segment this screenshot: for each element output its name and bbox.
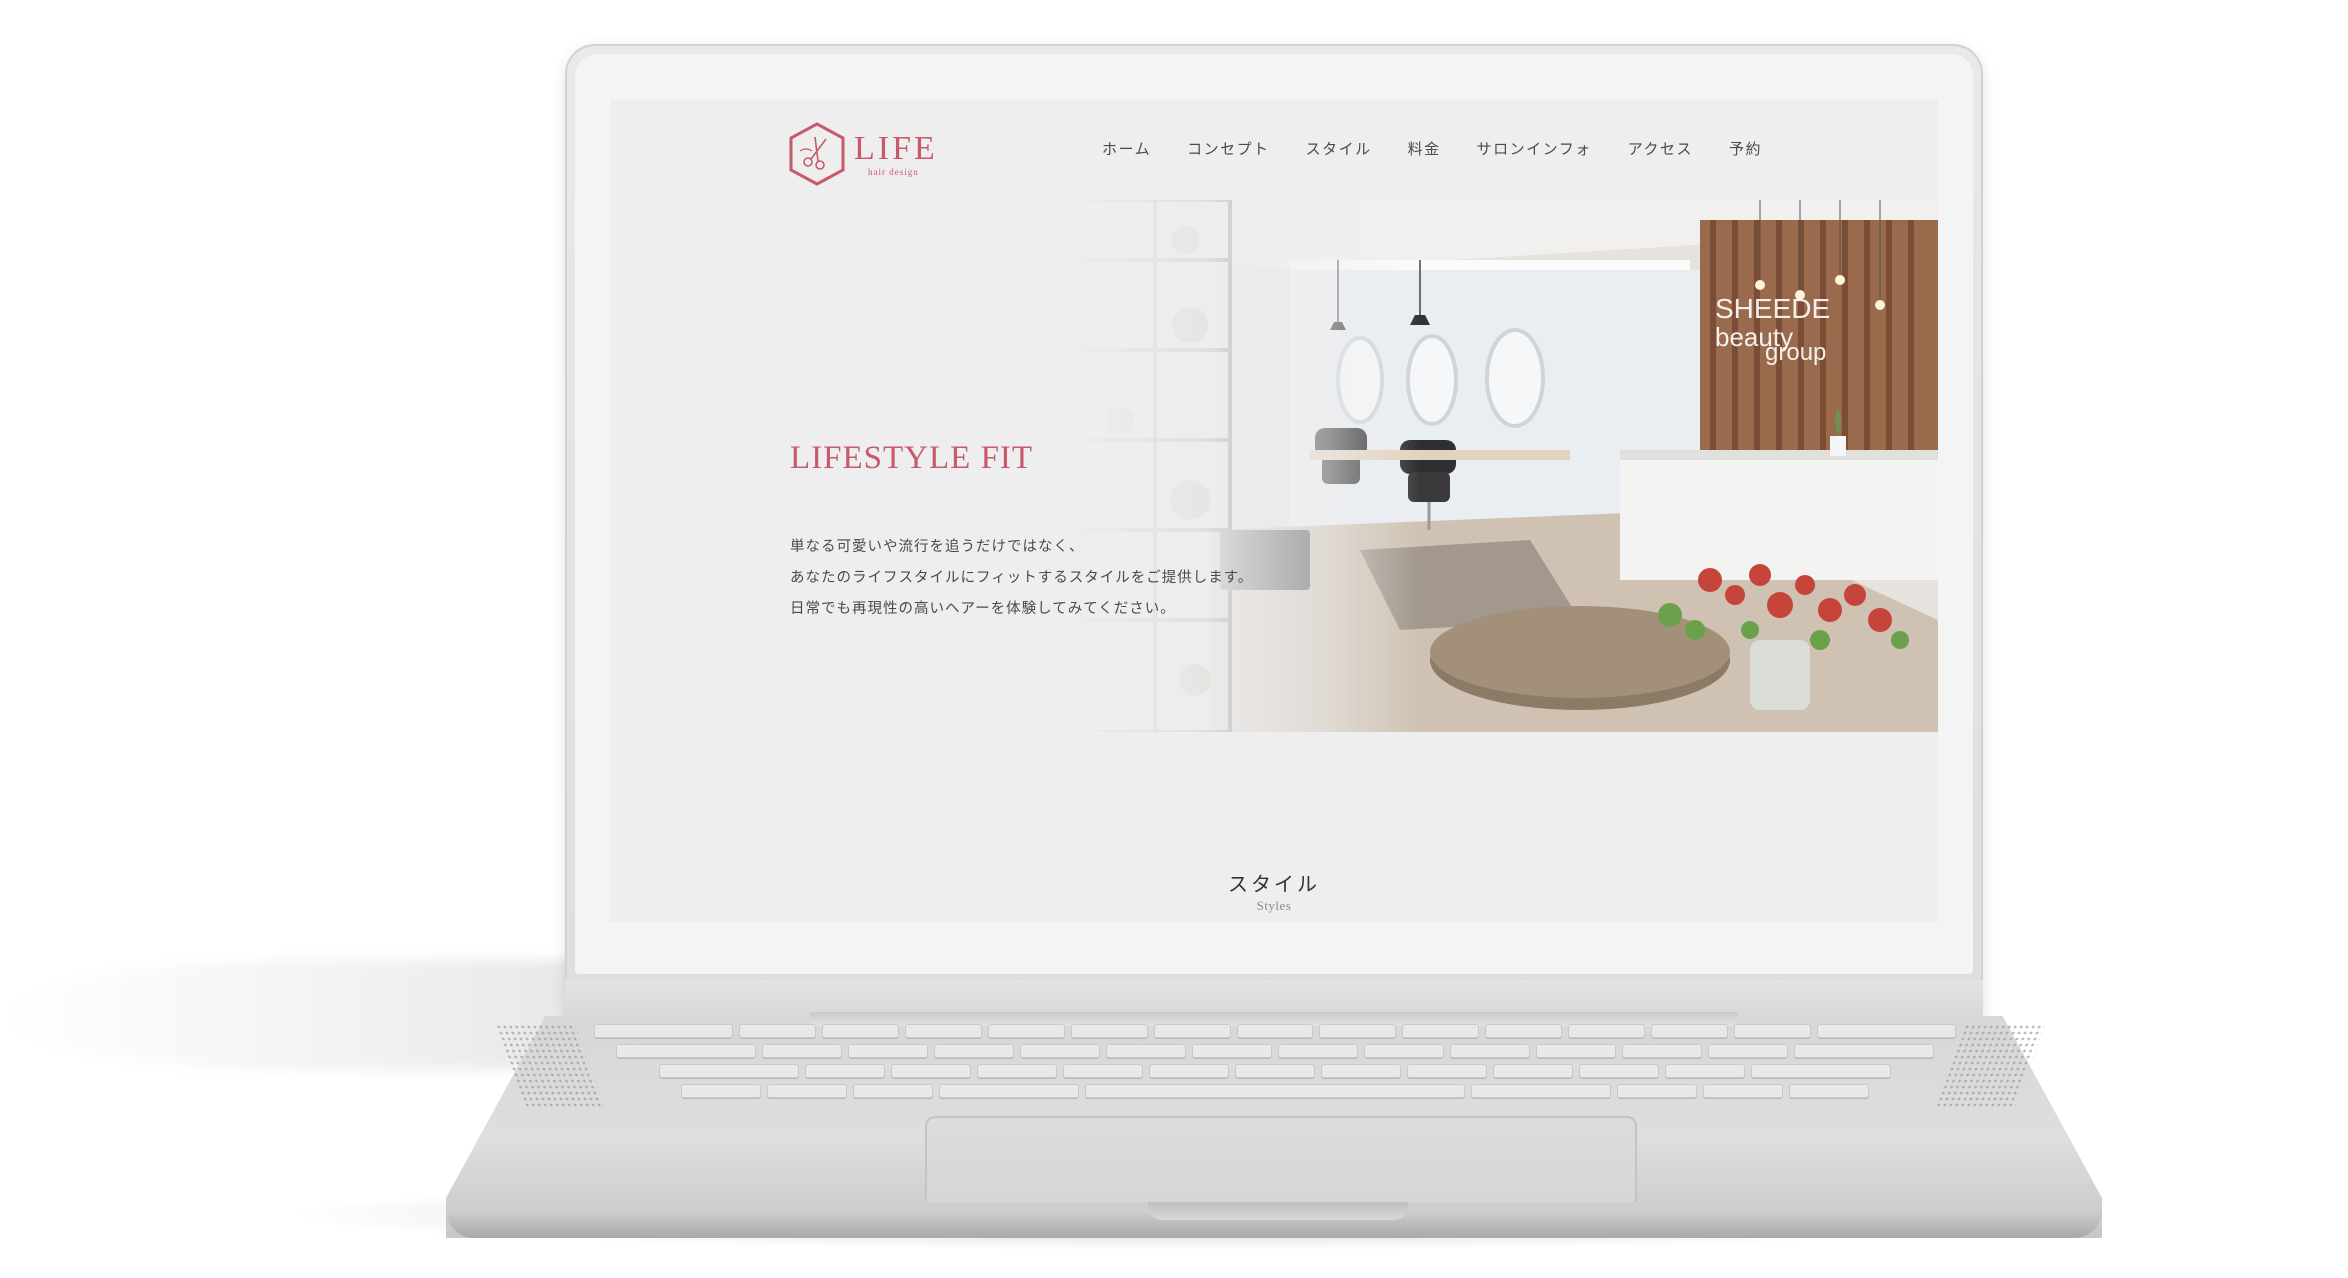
keyboard-key: [1070, 1024, 1148, 1038]
site-header: LIFE hair design ホーム コンセプト スタイル 料金 サロンイン…: [610, 100, 1938, 200]
keyboard-key: [1149, 1064, 1229, 1078]
keyboard-key: [821, 1024, 899, 1038]
keyboard-key: [616, 1044, 756, 1058]
nav-item-reservation[interactable]: 予約: [1729, 138, 1762, 159]
keyboard-key: [1407, 1064, 1487, 1078]
keyboard-key: [853, 1084, 933, 1098]
keyboard-row: [594, 1084, 1956, 1098]
keyboard-key: [1063, 1064, 1143, 1078]
keyboard-key: [1579, 1064, 1659, 1078]
logo-subtitle: hair design: [868, 166, 919, 177]
keyboard-key: [1192, 1044, 1272, 1058]
keyboard-key: [1106, 1044, 1186, 1058]
keyboard-key: [1485, 1024, 1563, 1038]
keyboard-key: [1568, 1024, 1646, 1038]
section-subtitle-styles: Styles: [1256, 898, 1292, 913]
keyboard-key: [1622, 1044, 1702, 1058]
keyboard-key: [1703, 1084, 1783, 1098]
keyboard-key: [1536, 1044, 1616, 1058]
main-nav: ホーム コンセプト スタイル 料金 サロンインフォ アクセス 予約: [1102, 138, 1762, 159]
laptop-trackpad: [925, 1116, 1637, 1202]
keyboard-key: [1651, 1024, 1729, 1038]
hero-description-line: 単なる可愛いや流行を追うだけではなく、: [790, 539, 1085, 555]
section-title-styles: スタイル: [1228, 874, 1320, 896]
keyboard-key: [1450, 1044, 1530, 1058]
hero-photo-sign-line-1: SHEEDE: [1715, 293, 1830, 324]
keyboard-key: [1278, 1044, 1358, 1058]
keyboard-key: [1235, 1064, 1315, 1078]
keyboard-row: [594, 1024, 1956, 1038]
keyboard-key: [594, 1024, 733, 1038]
keyboard-key: [1402, 1024, 1480, 1038]
keyboard-key: [1236, 1024, 1314, 1038]
keyboard-key: [1319, 1024, 1397, 1038]
keyboard-key: [1794, 1044, 1934, 1058]
hero-photo-sign-line-3: group: [1765, 339, 1826, 366]
site-logo[interactable]: LIFE hair design: [786, 118, 938, 190]
keyboard-key: [1708, 1044, 1788, 1058]
keyboard-key: [681, 1084, 761, 1098]
keyboard-key: [762, 1044, 842, 1058]
logo-text: LIFE hair design: [854, 129, 938, 177]
keyboard-row: [594, 1044, 1956, 1058]
keyboard-key: [939, 1084, 1079, 1098]
keyboard-key: [1789, 1084, 1869, 1098]
nav-item-home[interactable]: ホーム: [1102, 138, 1151, 159]
keyboard-key: [987, 1024, 1065, 1038]
keyboard-key: [1734, 1024, 1812, 1038]
keyboard-key: [1751, 1064, 1891, 1078]
keyboard-key: [1817, 1024, 1956, 1038]
keyboard-key: [904, 1024, 982, 1038]
keyboard-key: [848, 1044, 928, 1058]
keyboard-key: [1020, 1044, 1100, 1058]
keyboard-key: [767, 1084, 847, 1098]
hero-photo-fade-overlay: [1060, 200, 1420, 732]
keyboard-key: [738, 1024, 816, 1038]
keyboard-spacebar: [1085, 1084, 1465, 1098]
keyboard-key: [891, 1064, 971, 1078]
keyboard-row: [594, 1064, 1956, 1078]
keyboard-key: [659, 1064, 799, 1078]
hero-description: 単なる可愛いや流行を追うだけではなく、 あなたのライフスタイルにフィットするスタ…: [790, 532, 1253, 625]
laptop-screen: LIFE hair design ホーム コンセプト スタイル 料金 サロンイン…: [610, 100, 1938, 922]
hero-description-line: 日常でも再現性の高いヘアーを体験してみてください。: [790, 601, 1176, 617]
nav-item-salon-info[interactable]: サロンインフォ: [1477, 138, 1592, 159]
keyboard-key: [977, 1064, 1057, 1078]
keyboard-key: [1153, 1024, 1231, 1038]
keyboard-key: [1617, 1084, 1697, 1098]
logo-title: LIFE: [854, 129, 938, 167]
laptop-opening-notch: [1148, 1200, 1408, 1220]
laptop-keyboard: [594, 1024, 1956, 1114]
keyboard-key: [805, 1064, 885, 1078]
keyboard-key: [1321, 1064, 1401, 1078]
nav-item-style[interactable]: スタイル: [1306, 138, 1372, 159]
keyboard-key: [1665, 1064, 1745, 1078]
nav-item-concept[interactable]: コンセプト: [1187, 138, 1270, 159]
keyboard-key: [1471, 1084, 1611, 1098]
nav-item-access[interactable]: アクセス: [1628, 138, 1693, 159]
keyboard-key: [1493, 1064, 1573, 1078]
scissors-hexagon-logo-icon: [789, 122, 845, 186]
keyboard-key: [934, 1044, 1014, 1058]
hero-description-line: あなたのライフスタイルにフィットするスタイルをご提供します。: [790, 570, 1254, 586]
keyboard-key: [1364, 1044, 1444, 1058]
nav-item-price[interactable]: 料金: [1408, 138, 1441, 159]
hero-title: LIFESTYLE FIT: [790, 440, 1034, 476]
